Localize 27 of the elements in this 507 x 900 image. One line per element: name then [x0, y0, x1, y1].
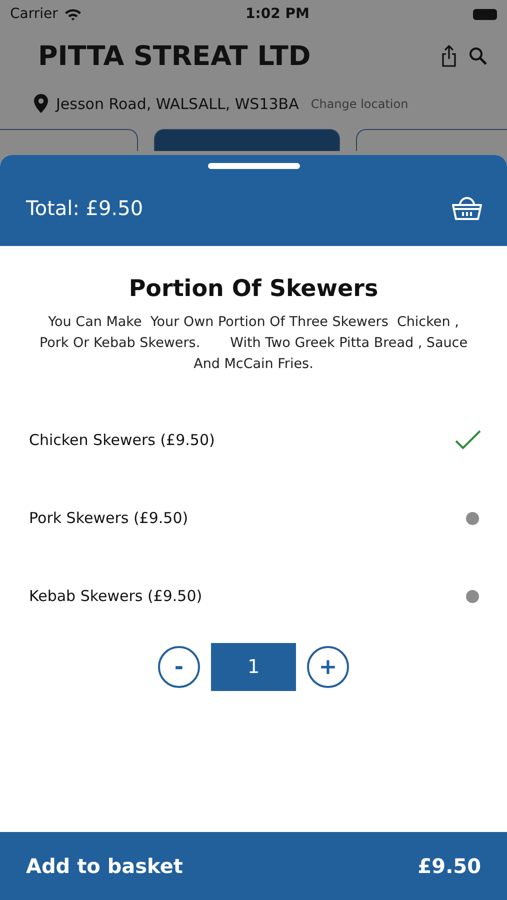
address-text: Jesson Road, WALSALL, WS13BA	[56, 94, 299, 112]
category-tab[interactable]	[356, 129, 507, 151]
total-label: Total: £9.50	[26, 196, 144, 220]
add-to-basket-button[interactable]: Add to basket £9.50	[0, 832, 507, 900]
option-label: Kebab Skewers (£9.50)	[29, 587, 202, 605]
product-title: Portion Of Skewers	[128, 276, 380, 302]
category-tab[interactable]	[0, 129, 138, 151]
decrease-button[interactable]: -	[158, 646, 200, 688]
search-icon[interactable]	[469, 47, 487, 65]
increase-button[interactable]: +	[307, 646, 349, 688]
option-row[interactable]: Chicken Skewers (£9.50)	[0, 401, 507, 479]
option-label: Pork Skewers (£9.50)	[29, 509, 188, 527]
share-icon[interactable]	[441, 45, 457, 67]
carrier-label: Carrier	[10, 6, 58, 22]
basket-icon[interactable]	[451, 194, 483, 220]
location-pin-icon	[34, 94, 48, 113]
restaurant-title: PITTA STREAT LTD	[38, 40, 311, 72]
drag-handle[interactable]	[208, 163, 300, 169]
wifi-icon	[64, 8, 82, 20]
option-row[interactable]: Kebab Skewers (£9.50)	[0, 557, 507, 635]
battery-icon	[473, 8, 497, 20]
quantity-display: 1	[211, 643, 296, 691]
clock-time: 1:02 PM	[246, 6, 310, 22]
change-location-link[interactable]: Change location	[310, 96, 408, 110]
option-label: Chicken Skewers (£9.50)	[29, 431, 215, 449]
product-description: You Can Make Your Own Portion Of Three Skewers Chicken , Pork Or Kebab Skewers. With Two Greek Pitta Bread , Sauce And McCain Fries.	[38, 313, 469, 374]
option-row[interactable]: Pork Skewers (£9.50)	[0, 479, 507, 557]
